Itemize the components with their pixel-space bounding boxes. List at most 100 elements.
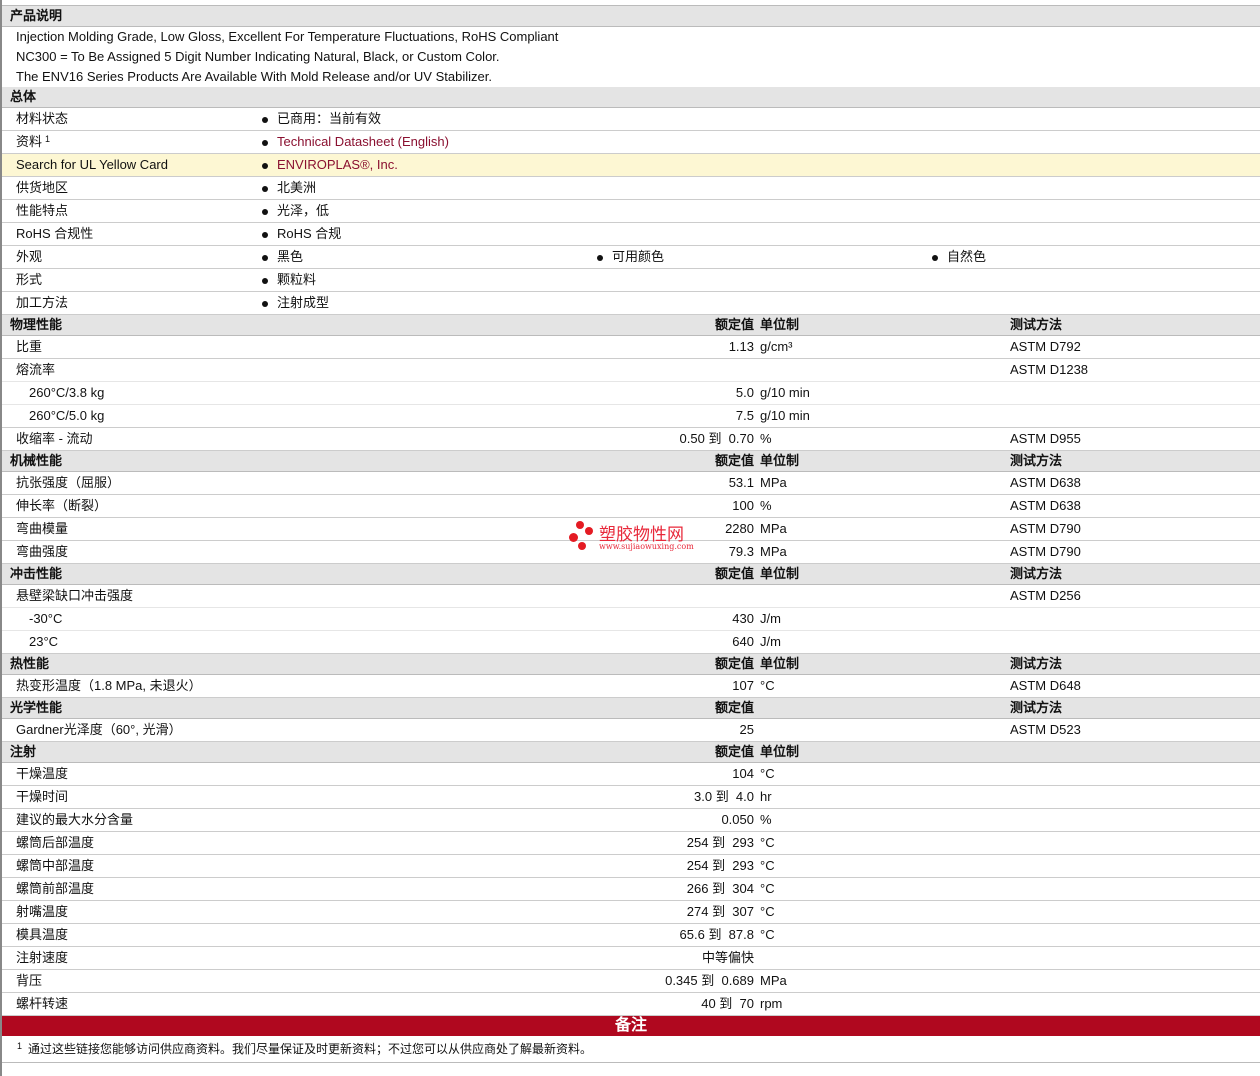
test-method: ASTM D648 [1010,678,1081,693]
value-text: 颗粒料 [277,272,317,287]
section-title: 物理性能 [10,317,63,332]
property-unit: g/10 min [760,385,810,400]
test-method: ASTM D792 [1010,339,1081,354]
row-value: 北美洲 [262,177,316,199]
property-row: 伸长率（断裂） 100% ASTM D638 [2,495,1260,518]
bullet-icon [262,277,268,284]
row-value: 注射成型 [262,292,329,314]
test-method: ASTM D790 [1010,521,1081,536]
section-title: 热性能 [10,656,50,671]
value-link[interactable]: Technical Datasheet (English) [277,134,449,149]
footnote: 1 通过这些链接您能够访问供应商资料。我们尽量保证及时更新资料；不过您可以从供应商… [2,1036,1260,1063]
property-label: 弯曲模量 [16,521,69,536]
section-header: 光学性能 额定值 测试方法 [2,698,1260,719]
value-text: 可用颜色 [612,249,665,264]
value-text: 自然色 [947,249,987,264]
section-header: 机械性能 额定值 单位制 测试方法 [2,451,1260,472]
property-label: 注射速度 [16,950,69,965]
property-label: 螺筒中部温度 [16,858,95,873]
property-value: 100 [732,498,754,513]
test-method: ASTM D256 [1010,588,1081,603]
column-header-method: 测试方法 [1010,453,1063,468]
property-value: 640 [732,634,754,649]
general-row: 资料 1 Technical Datasheet (English) [2,131,1260,154]
property-row: 比重 1.13 g/cm³ ASTM D792 [2,336,1260,359]
row-label: 供货地区 [16,177,68,199]
property-value: 79.3 [728,544,754,559]
property-label: 热变形温度（1.8 MPa, 未退火） [16,678,202,693]
property-row: 收缩率 - 流动 0.50 到 0.70% ASTM D955 [2,428,1260,451]
property-label: 螺筒前部温度 [16,881,95,896]
row-label: 资料 1 [16,131,50,153]
value-text: 北美洲 [277,180,317,195]
general-row: 材料状态 已商用：当前有效 [2,108,1260,131]
column-header-nominal: 额定值 [714,700,754,715]
section-title: 注射 [10,744,37,759]
column-header-nominal: 额定值 [714,453,754,468]
column-header-unit: 单位制 [760,453,800,468]
property-row: 注射速度 中等偏快 [2,947,1260,970]
property-label: 弯曲强度 [16,544,69,559]
property-value: 中等偏快 [701,950,754,965]
value-link[interactable]: ENVIROPLAS®, Inc. [277,157,398,172]
row-label: 外观 [16,246,42,268]
section-title: 总体 [10,89,37,104]
column-header-method: 测试方法 [1010,656,1063,671]
section-title: 机械性能 [10,453,63,468]
row-value: 光泽，低 [262,200,329,222]
general-row: 形式 颗粒料 [2,269,1260,292]
property-value: 0.050 [721,812,754,827]
property-value: 1.13 [728,339,754,354]
property-unit: °C [760,881,775,896]
row-label-text: 供货地区 [16,180,69,195]
property-label: 260°C/5.0 kg [29,408,105,423]
value-text: 光泽，低 [277,203,330,218]
column-header-unit: 单位制 [760,317,800,332]
bullet-icon [262,231,268,238]
bullet-icon [597,254,603,261]
property-value: 107 [732,678,754,693]
footnote-number: 1 [17,1041,23,1051]
property-unit: rpm [760,996,783,1011]
property-label: Gardner光泽度（60°, 光滑） [16,722,182,737]
property-label: 螺杆转速 [16,996,69,1011]
description-line: NC300 = To Be Assigned 5 Digit Number In… [16,49,500,64]
section-header-description: 产品说明 [2,6,1260,27]
property-value: 430 [732,611,754,626]
property-row: 背压 0.345 到 0.689 MPa [2,970,1260,993]
property-value: 274 到 307 [686,904,754,919]
column-header-nominal: 额定值 [714,317,754,332]
row-value: ENVIROPLAS®, Inc. [262,154,398,176]
test-method: ASTM D638 [1010,498,1081,513]
row-label-text: 外观 [16,249,43,264]
property-unit: °C [760,858,775,873]
test-method: ASTM D1238 [1010,362,1089,377]
footnote-text: 通过这些链接您能够访问供应商资料。我们尽量保证及时更新资料；不过您可以从供应商处… [28,1042,593,1056]
footnote-ref[interactable]: 1 [45,134,50,144]
watermark-logo: 塑胶物性网 www.sujiaowuxing.com [568,520,708,556]
property-value: 25 [739,722,754,737]
general-row: 加工方法 注射成型 [2,292,1260,315]
row-value: 颗粒料 [262,269,316,291]
value-text: 黑色 [277,249,304,264]
property-unit: °C [760,927,775,942]
property-label: 干燥温度 [16,766,69,781]
property-unit: g/cm³ [760,339,793,354]
property-value: 2280 [725,521,754,536]
test-method: ASTM D955 [1010,431,1081,446]
property-value: 104 [732,766,754,781]
property-label: 收缩率 - 流动 [16,431,93,446]
row-value: RoHS 合规 [262,223,341,245]
property-row: Gardner光泽度（60°, 光滑） 25 ASTM D523 [2,719,1260,742]
property-unit: hr [760,789,772,804]
row-label-text: Search for UL Yellow Card [16,157,168,172]
datasheet-page: 产品说明 Injection Molding Grade, Low Gloss, … [0,0,1260,1076]
property-row: 射嘴温度 274 到 307 °C [2,901,1260,924]
column-header-nominal: 额定值 [714,656,754,671]
property-label: -30°C [29,611,63,626]
row-label-text: 性能特点 [16,203,69,218]
property-label: 260°C/3.8 kg [29,385,105,400]
section-title: 冲击性能 [10,566,63,581]
column-header-nominal: 额定值 [714,566,754,581]
property-row: 螺筒后部温度 254 到 293 °C [2,832,1260,855]
